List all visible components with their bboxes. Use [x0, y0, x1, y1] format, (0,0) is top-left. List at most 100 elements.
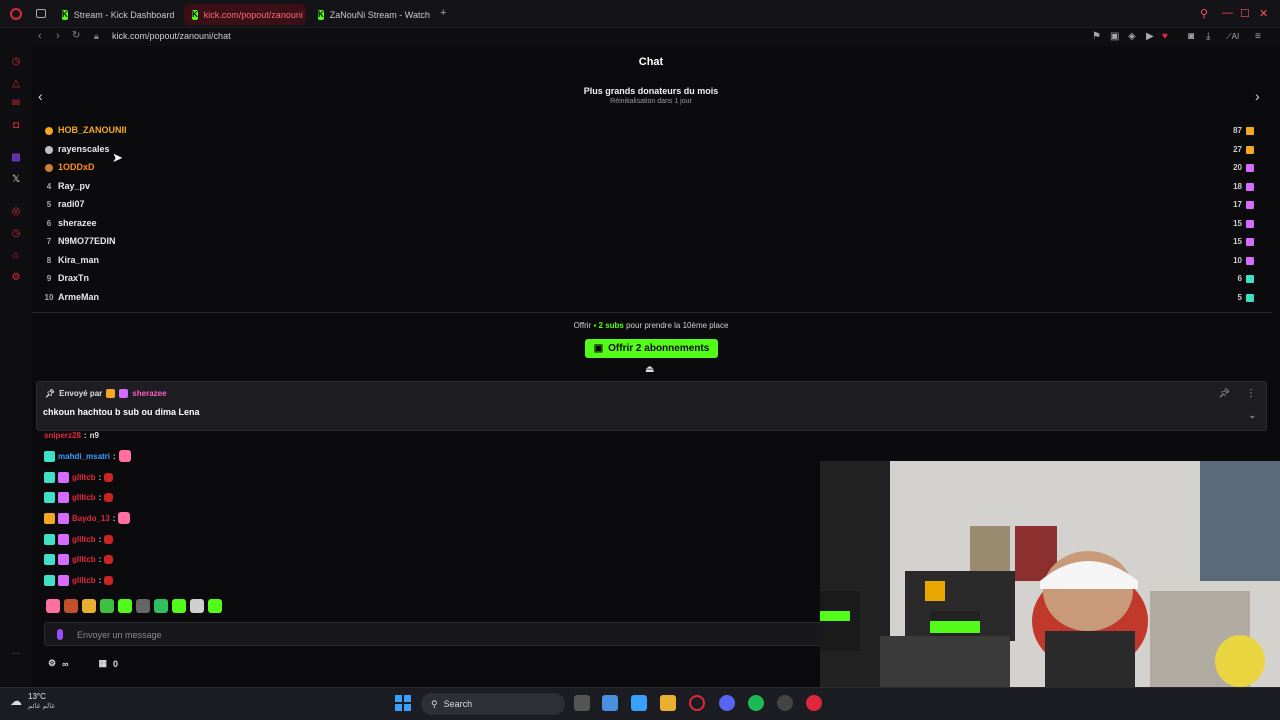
clock-icon[interactable]: ◷ [10, 228, 22, 240]
instagram-icon[interactable]: ◘ [10, 120, 22, 132]
history-icon[interactable]: ◷ [10, 56, 22, 68]
task-view-icon[interactable] [574, 695, 590, 711]
emote-icon[interactable] [154, 599, 168, 613]
message-user[interactable]: gllltcb [72, 535, 96, 544]
obs-icon[interactable] [777, 695, 793, 711]
snapshot-icon[interactable]: ▣ [1110, 31, 1119, 42]
points-icon[interactable]: ▦ [99, 658, 108, 669]
leaderboard-row[interactable]: HOB_ZANOUNII 87 [44, 125, 1264, 139]
message-input[interactable] [77, 627, 677, 643]
settings-icon[interactable]: ⚙ [48, 658, 56, 669]
emote-icon[interactable] [136, 599, 150, 613]
message-user[interactable]: gllltcb [72, 576, 96, 585]
aria-icon[interactable]: △ [10, 78, 22, 90]
close-button[interactable]: ✕ [1259, 7, 1268, 20]
new-tab-button[interactable]: + [440, 7, 446, 19]
emote-icon[interactable] [64, 599, 78, 613]
tab-kick-popout[interactable]: K kick.com/popout/zanouni [184, 4, 306, 25]
donor-name[interactable]: sherazee [58, 218, 97, 228]
next-arrow-icon[interactable]: › [1255, 88, 1260, 104]
donor-name[interactable]: 1ODDxD [58, 162, 95, 172]
emote-icon[interactable] [208, 599, 222, 613]
donor-name[interactable]: Kira_man [58, 255, 99, 265]
offer-subs-button[interactable]: ▣ Offrir 2 abonnements [585, 339, 718, 358]
x-icon[interactable]: 𝕏 [10, 174, 22, 186]
leaderboard-row[interactable]: 1ODDxD 20 [44, 162, 1264, 176]
leaderboard-row[interactable]: 4 Ray_pv 18 [44, 181, 1264, 195]
menu-icon[interactable]: ≡ [1255, 31, 1261, 42]
donor-name[interactable]: rayenscales [58, 144, 110, 154]
store-icon[interactable] [631, 695, 647, 711]
leaderboard-row[interactable]: 5 radi07 17 [44, 199, 1264, 213]
donor-name[interactable]: radi07 [58, 199, 85, 209]
donor-name[interactable]: DraxTn [58, 273, 89, 283]
donor-name[interactable]: ArmeMan [58, 292, 99, 302]
tab-kick-dashboard[interactable]: K Stream - Kick Dashboard [54, 4, 180, 25]
twitch-icon[interactable]: ▩ [10, 152, 22, 164]
app-icon[interactable] [806, 695, 822, 711]
leaderboard-row[interactable]: 9 DraxTn 6 [44, 273, 1264, 287]
collapse-icon[interactable]: ⏏ [645, 364, 654, 375]
gift-icon [1246, 127, 1254, 135]
taskbar-search[interactable]: ⚲ Search [421, 693, 565, 715]
message-user[interactable]: Baydo_13 [72, 514, 110, 523]
message-user[interactable]: gllltcb [72, 555, 96, 564]
heart-icon[interactable]: ♥ [1162, 31, 1168, 42]
windows-start-icon[interactable] [395, 695, 411, 711]
opera-icon[interactable] [689, 695, 705, 711]
microphone-icon[interactable] [57, 629, 63, 640]
bookmark-icon[interactable]: ⚑ [1092, 31, 1101, 42]
chevron-down-icon[interactable]: ⌄ [1248, 410, 1256, 421]
reload-icon[interactable]: ↻ [72, 30, 80, 41]
donor-name[interactable]: HOB_ZANOUNII [58, 125, 127, 135]
message-user[interactable]: gllltcb [72, 473, 96, 482]
more-options-icon[interactable]: ⋮ [1246, 388, 1256, 399]
minimize-button[interactable]: — [1222, 7, 1233, 19]
pin-icon[interactable]: ⌂ [10, 250, 22, 262]
forward-icon[interactable]: › [56, 30, 60, 42]
wallet-icon[interactable]: ◙ [1188, 31, 1194, 42]
leaderboard-row[interactable]: 10 ArmeMan 5 [44, 292, 1264, 306]
leaderboard-row[interactable]: 6 sherazee 15 [44, 218, 1264, 232]
donor-name[interactable]: Ray_pv [58, 181, 90, 191]
file-explorer-icon[interactable] [660, 695, 676, 711]
settings-icon[interactable]: ⚙ [10, 272, 22, 284]
leaderboard-row[interactable]: 7 N9MO77EDIN 15 [44, 236, 1264, 250]
leaderboard-row[interactable]: 8 Kira_man 10 [44, 255, 1264, 269]
player-icon[interactable]: ▶ [1146, 31, 1154, 42]
donor-name[interactable]: N9MO77EDIN [58, 236, 116, 246]
ai-button[interactable]: ⟋AI [1226, 32, 1239, 42]
message-input-box [44, 622, 834, 646]
url-field[interactable]: kick.com/popout/zanouni/chat [112, 31, 231, 41]
message-user[interactable]: mahdi_msatri [58, 452, 110, 461]
tab-zanouni-stream[interactable]: K ZaNouNi Stream - Watch L [310, 4, 432, 25]
message-user[interactable]: gllltcb [72, 493, 96, 502]
search-tabs-icon[interactable]: ⚲ [1200, 7, 1208, 20]
download-icon[interactable]: ⤓ [1206, 31, 1210, 42]
emote-icon[interactable] [82, 599, 96, 613]
previous-arrow-icon[interactable]: ‹ [38, 88, 43, 104]
leaderboard-row[interactable]: rayenscales 27 [44, 144, 1264, 158]
emote-icon[interactable] [190, 599, 204, 613]
emote-icon[interactable] [118, 599, 132, 613]
spotify-icon[interactable] [748, 695, 764, 711]
gift-count: 18 [1233, 182, 1242, 191]
unpin-icon[interactable]: 📌︎ [1219, 388, 1230, 399]
emote-icon[interactable] [100, 599, 114, 613]
pinned-user[interactable]: sherazee [132, 389, 166, 398]
emote-icon[interactable] [46, 599, 60, 613]
weather-widget[interactable]: ☁ 13°C عالم غائم [10, 692, 55, 710]
emote-icon[interactable] [172, 599, 186, 613]
back-icon[interactable]: ‹ [38, 30, 42, 42]
maximize-button[interactable]: ☐ [1240, 7, 1250, 20]
copilot-icon[interactable] [602, 695, 618, 711]
more-icon[interactable]: … [10, 646, 22, 658]
tab-overview-icon[interactable] [36, 9, 46, 18]
shield-icon[interactable]: ◈ [1128, 31, 1136, 42]
opera-logo-icon[interactable] [10, 8, 22, 20]
message-user[interactable]: sniperz28 [44, 431, 81, 440]
messenger-icon[interactable]: ✉ [10, 98, 22, 110]
player-icon[interactable]: ◎ [10, 206, 22, 218]
discord-icon[interactable] [719, 695, 735, 711]
infinity-icon[interactable]: ∞ [62, 659, 68, 669]
